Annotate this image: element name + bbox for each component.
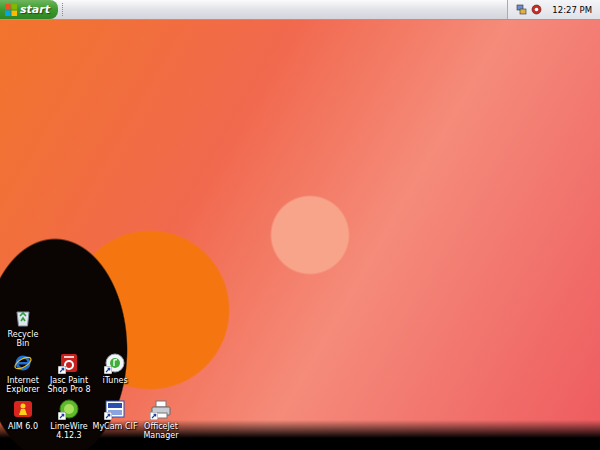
icon-image [12, 398, 34, 420]
icon-row: AIM 6.0LimeWire 4.12.3MyCam CIFOfficeJet… [0, 398, 600, 440]
desktop-icon[interactable]: Recycle Bin [0, 306, 46, 348]
shortcut-arrow-icon [150, 412, 158, 420]
icon-label: LimeWire 4.12.3 [46, 422, 92, 440]
taskbar: start 12:27 PM [0, 0, 600, 20]
icon-label: Jasc Paint Shop Pro 8 [46, 376, 92, 394]
icon-row: Recycle Bin [0, 306, 600, 348]
icon-image [58, 352, 80, 374]
aim-icon [13, 399, 33, 419]
desktop-icon[interactable]: AIM 6.0 [0, 398, 46, 440]
icon-image [150, 398, 172, 420]
taskbar-grip[interactable] [62, 3, 65, 16]
icon-row: Internet ExplorerJasc Paint Shop Pro 8iT… [0, 352, 600, 394]
shortcut-arrow-icon [58, 366, 66, 374]
icon-label: iTunes [92, 376, 138, 385]
icon-label: AIM 6.0 [0, 422, 46, 431]
icon-image [104, 352, 126, 374]
icon-label: MyCam CIF [92, 422, 138, 431]
internet-explorer-icon [13, 353, 33, 373]
security-icon[interactable] [531, 4, 542, 15]
icon-label: OfficeJet Manager [138, 422, 184, 440]
desktop-icon[interactable]: MyCam CIF [92, 398, 138, 440]
icon-image [104, 398, 126, 420]
desktop-icon[interactable]: Internet Explorer [0, 352, 46, 394]
icon-image [12, 306, 34, 328]
desktop-icon[interactable]: Jasc Paint Shop Pro 8 [46, 352, 92, 394]
icon-label: Recycle Bin [0, 330, 46, 348]
clock[interactable]: 12:27 PM [552, 5, 592, 15]
windows-logo-icon [5, 4, 17, 16]
icon-image [12, 352, 34, 374]
start-button[interactable]: start [0, 0, 58, 19]
icon-label: Internet Explorer [0, 376, 46, 394]
icon-image [58, 398, 80, 420]
desktop: Recycle Bin Internet ExplorerJasc Paint S… [0, 20, 600, 450]
screen: start 12:27 PM Recycle Bin Internet Explore… [0, 0, 600, 450]
desktop-icon[interactable]: OfficeJet Manager [138, 398, 184, 440]
shortcut-arrow-icon [58, 412, 66, 420]
shortcut-arrow-icon [104, 366, 112, 374]
recycle-bin-icon [13, 307, 33, 327]
network-icon[interactable] [516, 4, 527, 15]
desktop-icon[interactable]: LimeWire 4.12.3 [46, 398, 92, 440]
desktop-icon[interactable]: iTunes [92, 352, 138, 394]
system-tray: 12:27 PM [507, 0, 600, 19]
shortcut-arrow-icon [104, 412, 112, 420]
